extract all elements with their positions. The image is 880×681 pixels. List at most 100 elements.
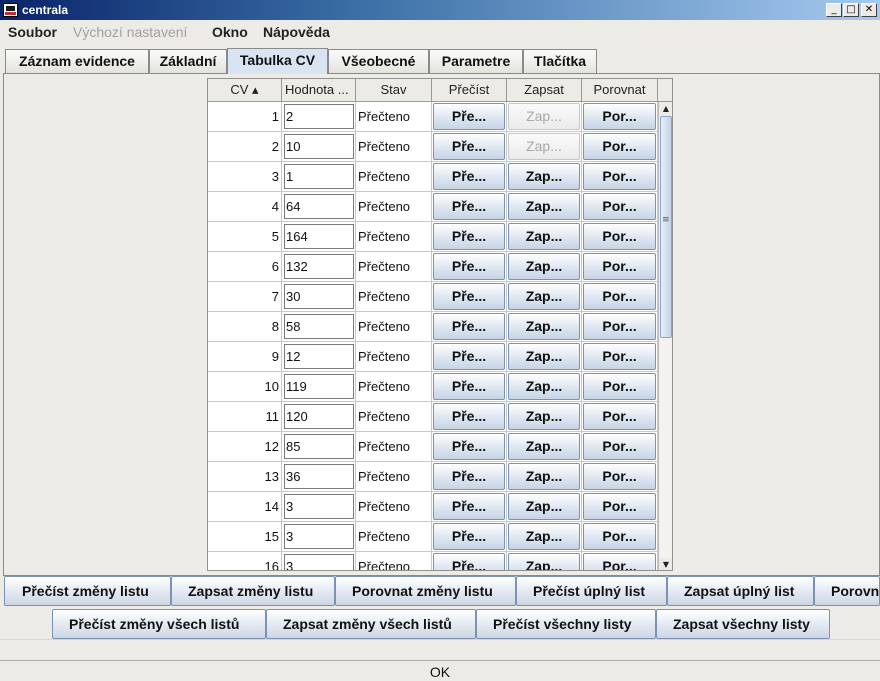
write-cv-button[interactable]: Zap...: [508, 403, 580, 430]
value-input[interactable]: 30: [284, 284, 354, 309]
value-input[interactable]: 2: [284, 104, 354, 129]
value-input[interactable]: 3: [284, 524, 354, 549]
header-state[interactable]: Stav: [356, 79, 432, 102]
compare-cv-button[interactable]: Por...: [583, 103, 656, 130]
value-input[interactable]: 3: [284, 554, 354, 570]
value-input[interactable]: 36: [284, 464, 354, 489]
write-cv-button[interactable]: Zap...: [508, 553, 580, 570]
write-cell: Zap...: [507, 342, 582, 372]
tab-parametre[interactable]: Parametre: [429, 49, 523, 73]
write-cv-button[interactable]: Zap...: [508, 523, 580, 550]
scrollbar-thumb[interactable]: [660, 116, 672, 338]
read-cv-button[interactable]: Pře...: [433, 433, 505, 460]
read-cell: Pře...: [432, 432, 507, 462]
compare-cv-button[interactable]: Por...: [583, 313, 656, 340]
read-full-sheet-button[interactable]: Přečíst úplný list: [516, 576, 667, 606]
write-cv-button[interactable]: Zap...: [508, 223, 580, 250]
read-cv-button[interactable]: Pře...: [433, 193, 505, 220]
scroll-up-icon[interactable]: ▲: [659, 102, 672, 116]
read-cv-button[interactable]: Pře...: [433, 313, 505, 340]
write-cv-button[interactable]: Zap...: [508, 253, 580, 280]
write-cv-button[interactable]: Zap...: [508, 193, 580, 220]
value-input[interactable]: 10: [284, 134, 354, 159]
compare-sheet-changes-button[interactable]: Porovnat změny listu: [335, 576, 516, 606]
value-input[interactable]: 164: [284, 224, 354, 249]
compare-cv-button[interactable]: Por...: [583, 193, 656, 220]
menu-soubor[interactable]: Soubor: [8, 24, 57, 40]
tab-tlacitka[interactable]: Tlačítka: [523, 49, 597, 73]
read-cv-button[interactable]: Pře...: [433, 523, 505, 550]
compare-cv-button[interactable]: Por...: [583, 253, 656, 280]
read-cell: Pře...: [432, 162, 507, 192]
tab-zakladni[interactable]: Základní: [149, 49, 227, 73]
compare-cv-button[interactable]: Por...: [583, 343, 656, 370]
value-input[interactable]: 3: [284, 494, 354, 519]
read-cv-button[interactable]: Pře...: [433, 253, 505, 280]
value-input[interactable]: 58: [284, 314, 354, 339]
write-cell: Zap...: [507, 552, 582, 570]
write-cv-button[interactable]: Zap...: [508, 283, 580, 310]
read-all-sheets-button[interactable]: Přečíst všechny listy: [476, 609, 656, 639]
menu-napoveda[interactable]: Nápověda: [263, 24, 330, 40]
compare-cv-button[interactable]: Por...: [583, 433, 656, 460]
value-input[interactable]: 64: [284, 194, 354, 219]
compare-full-sheet-button[interactable]: Porovnat úplný list: [814, 576, 880, 606]
read-cv-button[interactable]: Pře...: [433, 223, 505, 250]
write-cv-button[interactable]: Zap...: [508, 493, 580, 520]
compare-cv-button[interactable]: Por...: [583, 163, 656, 190]
compare-cv-button[interactable]: Por...: [583, 283, 656, 310]
write-cv-button[interactable]: Zap...: [508, 343, 580, 370]
compare-cv-button[interactable]: Por...: [583, 553, 656, 570]
header-cv[interactable]: CV ▴: [208, 79, 282, 102]
compare-cv-button[interactable]: Por...: [583, 403, 656, 430]
read-cv-button[interactable]: Pře...: [433, 493, 505, 520]
close-button[interactable]: ✕: [861, 3, 877, 17]
read-cv-button[interactable]: Pře...: [433, 403, 505, 430]
read-cv-button[interactable]: Pře...: [433, 373, 505, 400]
read-cv-button[interactable]: Pře...: [433, 343, 505, 370]
scroll-down-icon[interactable]: ▼: [659, 558, 672, 570]
write-cv-button[interactable]: Zap...: [508, 463, 580, 490]
tab-vseobecne[interactable]: Všeobecné: [328, 49, 429, 73]
compare-cv-button[interactable]: Por...: [583, 493, 656, 520]
value-input[interactable]: 12: [284, 344, 354, 369]
read-cv-button[interactable]: Pře...: [433, 133, 505, 160]
value-input[interactable]: 120: [284, 404, 354, 429]
window-title: centrala: [22, 3, 69, 17]
write-full-sheet-button[interactable]: Zapsat úplný list: [667, 576, 814, 606]
value-input[interactable]: 132: [284, 254, 354, 279]
ok-button[interactable]: OK: [0, 661, 880, 681]
minimize-button[interactable]: _: [826, 3, 842, 17]
write-all-changes-button[interactable]: Zapsat změny všech listů: [266, 609, 476, 639]
write-all-sheets-button[interactable]: Zapsat všechny listy: [656, 609, 830, 639]
header-value[interactable]: Hodnota ...: [282, 79, 356, 102]
header-write[interactable]: Zapsat: [507, 79, 582, 102]
read-cv-button[interactable]: Pře...: [433, 463, 505, 490]
read-sheet-changes-button[interactable]: Přečíst změny listu: [4, 576, 171, 606]
compare-cv-button[interactable]: Por...: [583, 133, 656, 160]
write-cv-button[interactable]: Zap...: [508, 313, 580, 340]
menu-okno[interactable]: Okno: [212, 24, 248, 40]
tab-zaznam-evidence[interactable]: Záznam evidence: [5, 49, 149, 73]
write-cv-button[interactable]: Zap...: [508, 163, 580, 190]
read-all-changes-button[interactable]: Přečíst změny všech listů: [52, 609, 266, 639]
write-cv-button[interactable]: Zap...: [508, 433, 580, 460]
vertical-scrollbar[interactable]: ▲ ▼: [658, 102, 672, 570]
read-cv-button[interactable]: Pře...: [433, 553, 505, 570]
value-input[interactable]: 1: [284, 164, 354, 189]
read-cv-button[interactable]: Pře...: [433, 283, 505, 310]
header-compare[interactable]: Porovnat: [582, 79, 658, 102]
maximize-button[interactable]: □: [843, 3, 859, 17]
read-cv-button[interactable]: Pře...: [433, 163, 505, 190]
read-cv-button[interactable]: Pře...: [433, 103, 505, 130]
write-cv-button[interactable]: Zap...: [508, 373, 580, 400]
compare-cv-button[interactable]: Por...: [583, 223, 656, 250]
value-input[interactable]: 119: [284, 374, 354, 399]
compare-cv-button[interactable]: Por...: [583, 523, 656, 550]
header-read[interactable]: Přečíst: [432, 79, 507, 102]
write-sheet-changes-button[interactable]: Zapsat změny listu: [171, 576, 335, 606]
value-input[interactable]: 85: [284, 434, 354, 459]
compare-cv-button[interactable]: Por...: [583, 463, 656, 490]
tab-tabulka-cv[interactable]: Tabulka CV: [227, 48, 328, 74]
compare-cv-button[interactable]: Por...: [583, 373, 656, 400]
